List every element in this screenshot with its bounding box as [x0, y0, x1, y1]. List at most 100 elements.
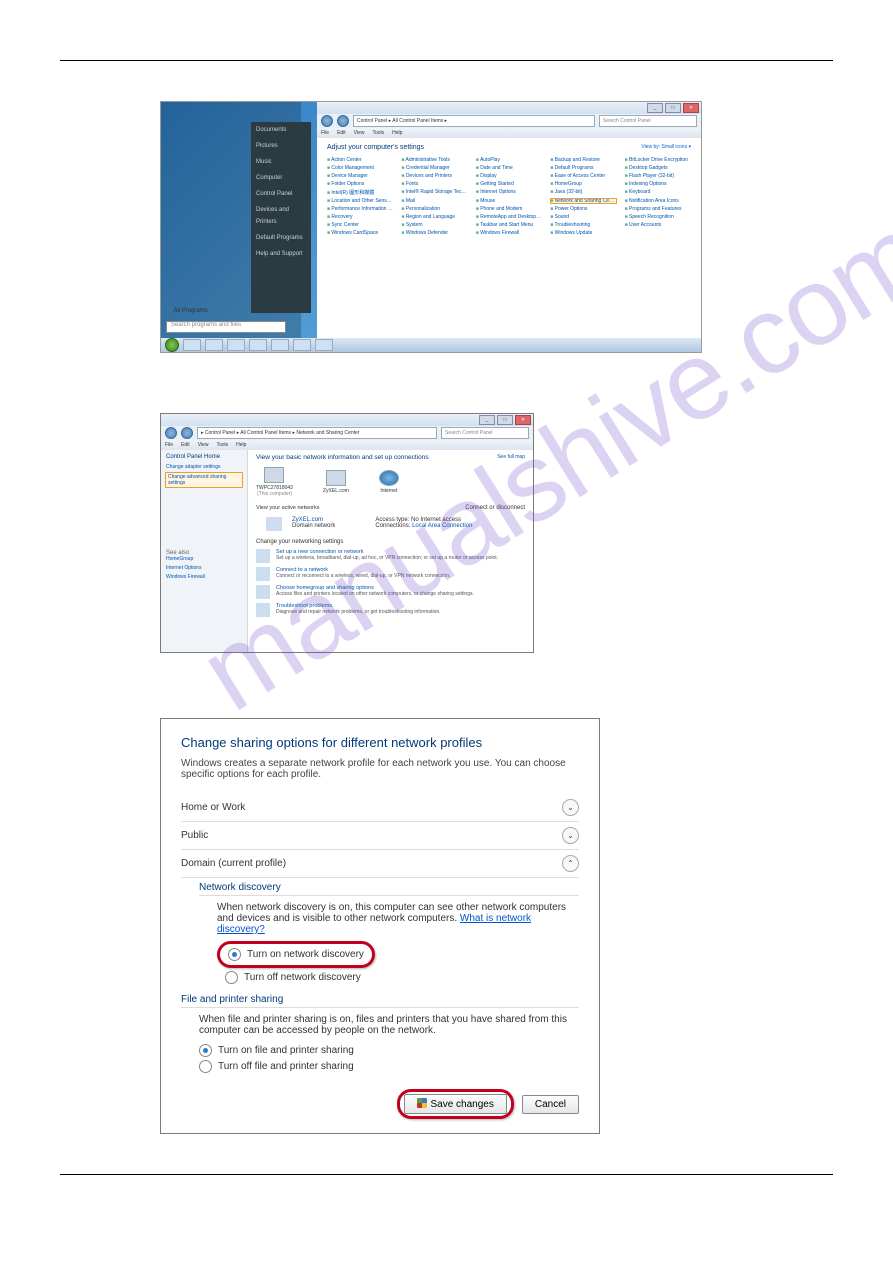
profile-domain[interactable]: Domain (current profile) ⌃	[181, 850, 579, 878]
all-programs-link[interactable]: All Programs	[169, 307, 208, 314]
taskbar-item[interactable]	[205, 339, 223, 351]
control-panel-item[interactable]: Speech Recognition	[625, 214, 691, 220]
menu-item[interactable]: Help	[236, 442, 246, 448]
control-panel-item[interactable]: Folder Options	[327, 181, 393, 187]
taskbar-item[interactable]	[249, 339, 267, 351]
view-by-selector[interactable]: View by: Small icons ▾	[641, 144, 691, 151]
control-panel-item[interactable]: Power Options	[550, 206, 616, 212]
sidebar-link[interactable]: Change advanced sharing settings	[166, 473, 242, 487]
menu-item[interactable]: Tools	[372, 130, 384, 136]
control-panel-item[interactable]: Notification Area Icons	[625, 198, 691, 204]
menu-item[interactable]: Edit	[337, 130, 346, 136]
control-panel-item[interactable]: Phone and Modem	[476, 206, 542, 212]
minimize-button[interactable]: _	[479, 415, 495, 425]
control-panel-item[interactable]: AutoPlay	[476, 157, 542, 163]
control-panel-item[interactable]: Location and Other Sensors	[327, 198, 393, 204]
taskbar-item[interactable]	[183, 339, 201, 351]
start-menu-item[interactable]: Pictures	[251, 138, 311, 154]
forward-button[interactable]	[337, 115, 349, 127]
see-also-link[interactable]: Windows Firewall	[166, 574, 242, 580]
address-bar[interactable]: Control Panel ▸ All Control Panel Items …	[353, 115, 595, 127]
control-panel-item[interactable]: Keyboard	[625, 189, 691, 196]
minimize-button[interactable]: _	[647, 103, 663, 113]
control-panel-item[interactable]: Display	[476, 173, 542, 179]
control-panel-item[interactable]: Sync Center	[327, 222, 393, 228]
control-panel-item[interactable]: Administrative Tools	[401, 157, 467, 163]
control-panel-item[interactable]: System	[401, 222, 467, 228]
control-panel-item[interactable]: Default Programs	[550, 165, 616, 171]
control-panel-item[interactable]: User Accounts	[625, 222, 691, 228]
profile-home-work[interactable]: Home or Work ⌄	[181, 794, 579, 822]
start-menu-item[interactable]: Default Programs	[251, 230, 311, 246]
taskbar-item[interactable]	[271, 339, 289, 351]
menu-item[interactable]: Help	[392, 130, 402, 136]
radio-turn-on-network-discovery[interactable]: Turn on network discovery	[228, 948, 364, 961]
connection-link[interactable]: Local Area Connection	[412, 523, 472, 529]
control-panel-item[interactable]: Intel® Rapid Storage Technology	[401, 189, 467, 196]
taskbar-item[interactable]	[293, 339, 311, 351]
menu-item[interactable]: Tools	[216, 442, 228, 448]
control-panel-item[interactable]: Flash Player (32-bit)	[625, 173, 691, 179]
control-panel-item[interactable]: Recovery	[327, 214, 393, 220]
control-panel-item[interactable]: Fonts	[401, 181, 467, 187]
control-panel-item[interactable]: Windows Update	[550, 230, 616, 236]
maximize-button[interactable]: □	[665, 103, 681, 113]
control-panel-item[interactable]: Desktop Gadgets	[625, 165, 691, 171]
control-panel-item[interactable]: Taskbar and Start Menu	[476, 222, 542, 228]
control-panel-item[interactable]: Intel(R) 圖形和媒體	[327, 189, 393, 196]
see-also-link[interactable]: Internet Options	[166, 565, 242, 571]
taskbar-item[interactable]	[315, 339, 333, 351]
control-panel-item[interactable]: Credential Manager	[401, 165, 467, 171]
close-button[interactable]: ✕	[683, 103, 699, 113]
control-panel-item[interactable]: Java (32-bit)	[550, 189, 616, 196]
control-panel-item[interactable]: Internet Options	[476, 189, 542, 196]
start-menu-item[interactable]: Control Panel	[251, 186, 311, 202]
start-menu-item[interactable]: Documents	[251, 122, 311, 138]
forward-button[interactable]	[181, 427, 193, 439]
see-also-link[interactable]: HomeGroup	[166, 556, 242, 562]
start-search-input[interactable]: Search programs and files	[166, 321, 286, 333]
network-task[interactable]: Choose homegroup and sharing optionsAcce…	[256, 585, 525, 599]
menu-item[interactable]: View	[198, 442, 209, 448]
control-panel-item[interactable]: BitLocker Drive Encryption	[625, 157, 691, 163]
control-panel-item[interactable]: RemoteApp and Desktop Connections	[476, 214, 542, 220]
control-panel-item[interactable]: Region and Language	[401, 214, 467, 220]
control-panel-item[interactable]: Troubleshooting	[550, 222, 616, 228]
search-input[interactable]: Search Control Panel	[599, 115, 697, 127]
menu-item[interactable]: Edit	[181, 442, 190, 448]
start-menu-item[interactable]: Music	[251, 154, 311, 170]
network-task[interactable]: Set up a new connection or networkSet up…	[256, 549, 525, 563]
see-full-map-link[interactable]: See full map	[497, 454, 525, 460]
menu-item[interactable]: View	[354, 130, 365, 136]
back-button[interactable]	[321, 115, 333, 127]
control-panel-item[interactable]: Network and Sharing Center	[550, 198, 616, 204]
control-panel-item[interactable]: Devices and Printers	[401, 173, 467, 179]
back-button[interactable]	[165, 427, 177, 439]
control-panel-item[interactable]: Windows Firewall	[476, 230, 542, 236]
close-button[interactable]: ✕	[515, 415, 531, 425]
network-task[interactable]: Connect to a networkConnect or reconnect…	[256, 567, 525, 581]
menu-item[interactable]: File	[165, 442, 173, 448]
radio-turn-off-network-discovery[interactable]: Turn off network discovery	[225, 971, 579, 984]
profile-public[interactable]: Public ⌄	[181, 822, 579, 850]
cancel-button[interactable]: Cancel	[522, 1095, 579, 1114]
control-panel-item[interactable]: HomeGroup	[550, 181, 616, 187]
start-button[interactable]	[165, 338, 179, 352]
control-panel-item[interactable]: Getting Started	[476, 181, 542, 187]
save-changes-button[interactable]: Save changes	[404, 1094, 506, 1114]
address-bar[interactable]: ▸ Control Panel ▸ All Control Panel Item…	[197, 427, 437, 439]
taskbar-item[interactable]	[227, 339, 245, 351]
start-menu-item[interactable]: Help and Support	[251, 246, 311, 262]
control-panel-item[interactable]: Mail	[401, 198, 467, 204]
control-panel-item[interactable]: Windows Defender	[401, 230, 467, 236]
search-input[interactable]: Search Control Panel	[441, 427, 529, 439]
control-panel-item[interactable]: Device Manager	[327, 173, 393, 179]
control-panel-item[interactable]: Action Center	[327, 157, 393, 163]
control-panel-item[interactable]: Color Management	[327, 165, 393, 171]
menu-item[interactable]: File	[321, 130, 329, 136]
maximize-button[interactable]: □	[497, 415, 513, 425]
control-panel-item[interactable]: Programs and Features	[625, 206, 691, 212]
control-panel-item[interactable]: Mouse	[476, 198, 542, 204]
radio-turn-off-file-printer-sharing[interactable]: Turn off file and printer sharing	[199, 1060, 579, 1073]
control-panel-item[interactable]: Ease of Access Center	[550, 173, 616, 179]
